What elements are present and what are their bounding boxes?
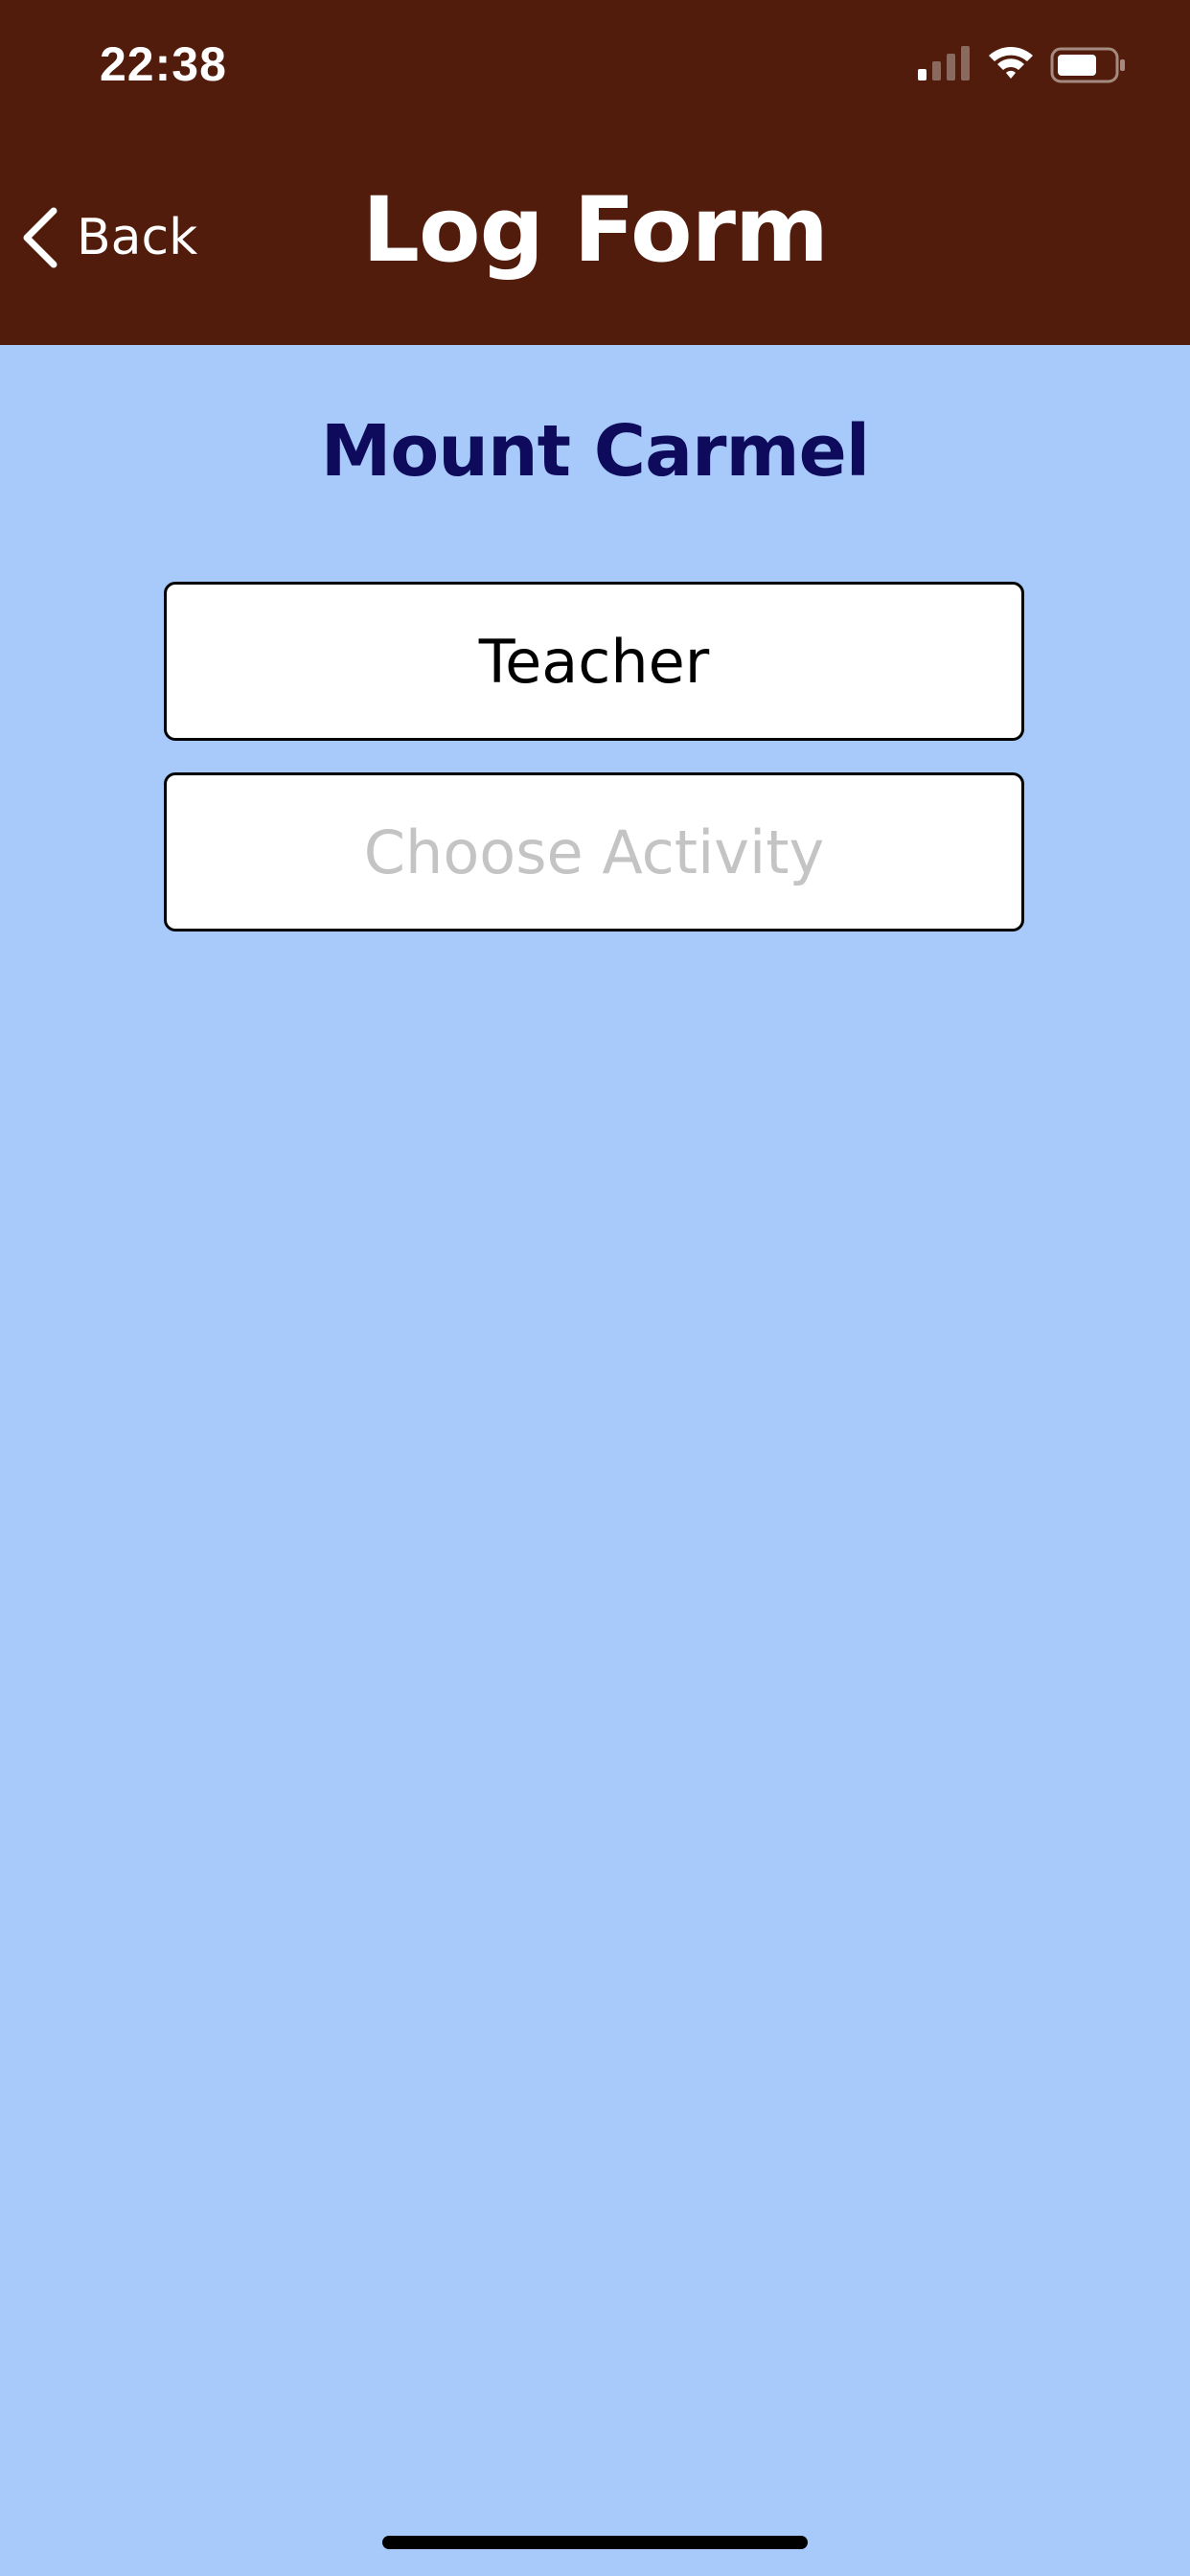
status-time: 22:38 [100, 37, 227, 91]
wifi-icon [989, 47, 1033, 79]
cellular-signal-icon [918, 46, 970, 80]
role-value: Teacher [478, 626, 710, 697]
role-selector[interactable]: Teacher [164, 582, 1024, 741]
home-indicator[interactable] [382, 2536, 808, 2549]
activity-placeholder: Choose Activity [363, 816, 825, 887]
header-bar: 22:38 Back Log Form [0, 0, 1190, 345]
activity-selector[interactable]: Choose Activity [164, 772, 1024, 932]
page-title: Log Form [362, 178, 829, 283]
battery-icon [1050, 47, 1125, 83]
school-name-heading: Mount Carmel [320, 410, 870, 493]
